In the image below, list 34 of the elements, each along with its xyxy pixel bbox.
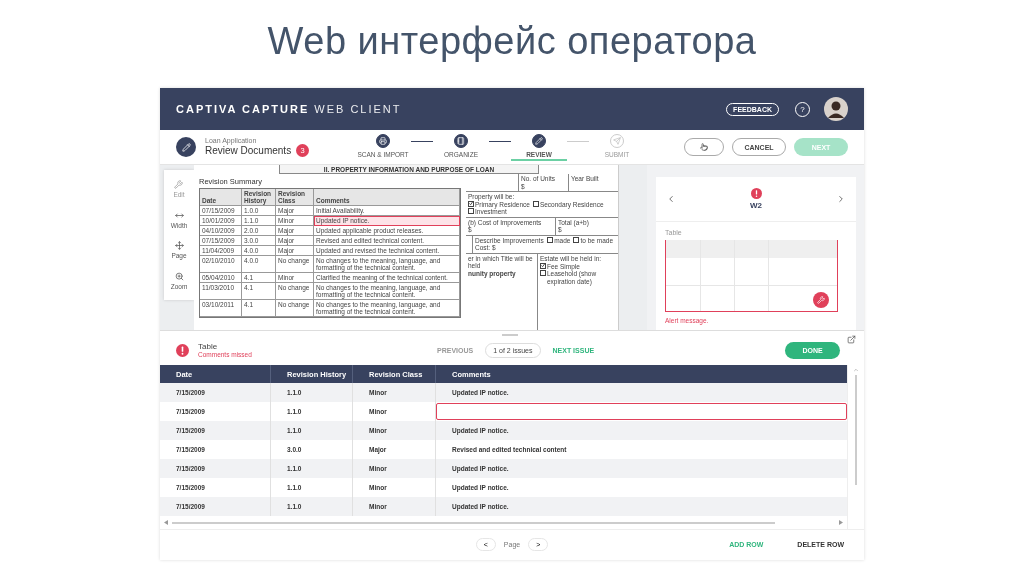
width-arrows-icon xyxy=(174,210,184,220)
scroll-right-icon[interactable] xyxy=(839,520,843,525)
pointer-icon xyxy=(700,143,708,151)
next-icon[interactable] xyxy=(836,194,846,204)
avatar[interactable] xyxy=(824,97,848,121)
checkbox[interactable] xyxy=(468,208,474,214)
comment-input[interactable] xyxy=(436,403,847,420)
checkbox[interactable] xyxy=(547,236,554,243)
pencil-icon[interactable] xyxy=(176,137,196,157)
pencil-icon xyxy=(535,136,543,145)
document-name: W2 xyxy=(750,201,762,210)
pointer-button[interactable] xyxy=(684,138,724,156)
previous-icon[interactable] xyxy=(666,194,676,204)
scroll-left-icon[interactable] xyxy=(164,520,168,525)
wrench-icon xyxy=(174,180,184,190)
send-icon xyxy=(613,136,621,145)
task-title: Review Documents xyxy=(205,145,292,156)
wrench-icon[interactable] xyxy=(813,292,829,308)
table-thumbnail[interactable] xyxy=(665,240,838,312)
printer-icon xyxy=(379,136,387,145)
alert-icon xyxy=(176,343,189,357)
checkbox[interactable] xyxy=(540,270,546,276)
zoom-in-icon xyxy=(174,271,184,281)
checkbox[interactable] xyxy=(468,200,474,207)
slide-title: Web интерфейс оператора xyxy=(267,20,757,64)
checkbox[interactable] xyxy=(573,236,580,243)
brand-name: CAPTIVA CAPTURE xyxy=(176,103,310,115)
external-link-icon[interactable] xyxy=(847,335,856,344)
checkbox[interactable] xyxy=(532,200,539,207)
issue-title: Table xyxy=(198,342,219,351)
notebook-icon xyxy=(457,136,465,145)
checkbox[interactable] xyxy=(540,262,546,269)
move-icon xyxy=(174,241,184,251)
brand-subtitle: WEB CLIENT xyxy=(314,103,402,115)
